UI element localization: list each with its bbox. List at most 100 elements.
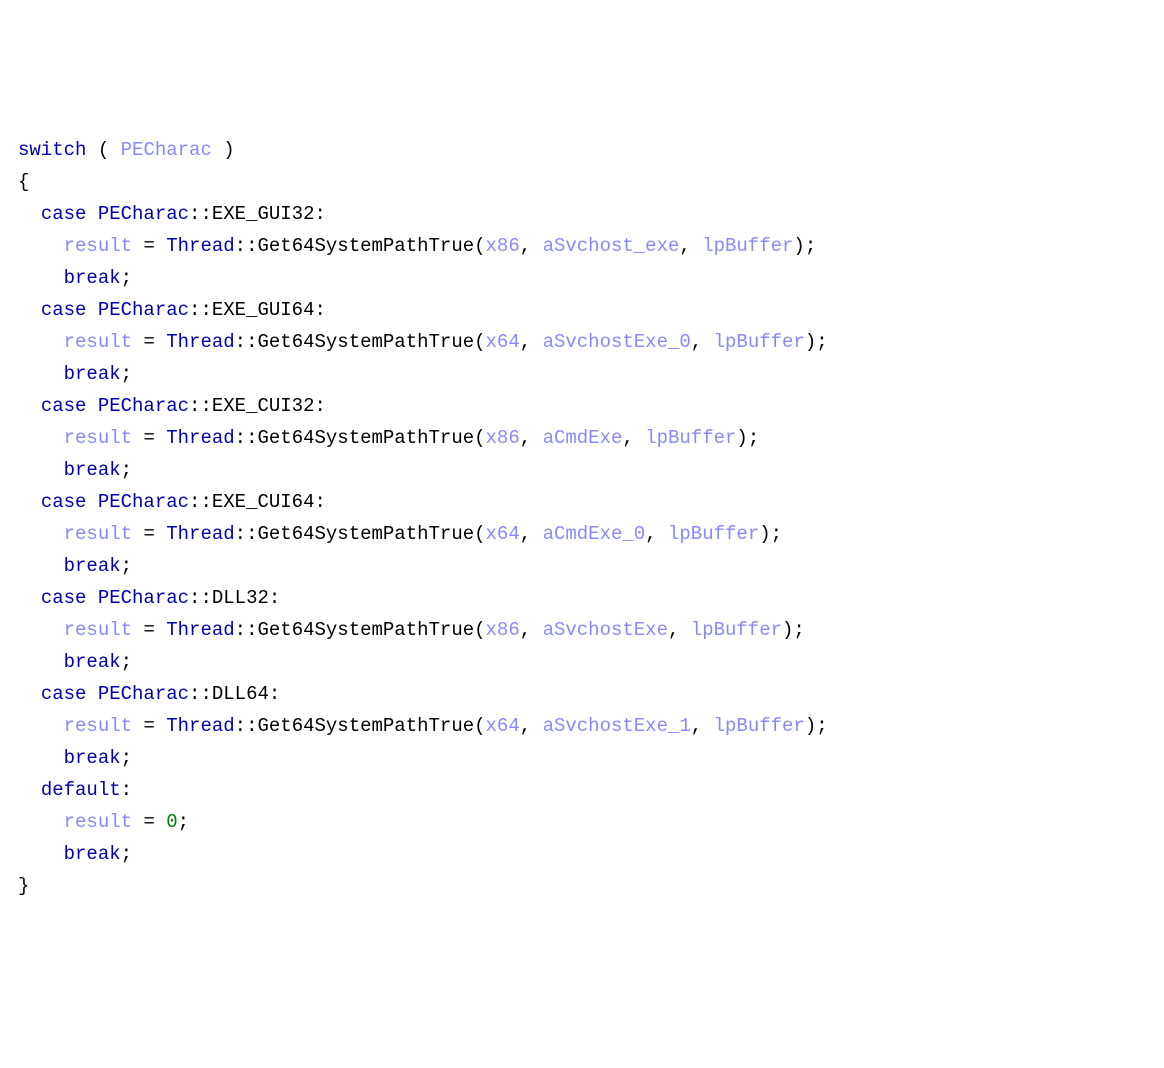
arg1: x86 — [486, 235, 520, 257]
result-var: result — [64, 427, 132, 449]
arg2: aCmdExe — [543, 427, 623, 449]
arg2: aSvchost_exe — [543, 235, 680, 257]
line: break; — [18, 651, 132, 673]
enum-value: EXE_GUI64 — [212, 299, 315, 321]
arg1: x86 — [486, 427, 520, 449]
keyword-case: case — [41, 683, 87, 705]
keyword-break: break — [64, 843, 121, 865]
code-block: switch ( PECharac ) { case PECharac::EXE… — [18, 134, 1146, 902]
arg2: aCmdExe_0 — [543, 523, 646, 545]
function-name: Get64SystemPathTrue — [257, 427, 474, 449]
equals: = — [143, 715, 154, 737]
line: break; — [18, 555, 132, 577]
function-name: Get64SystemPathTrue — [257, 715, 474, 737]
equals: = — [143, 811, 154, 833]
line: break; — [18, 363, 132, 385]
scope-op: :: — [189, 587, 212, 609]
keyword-case: case — [41, 299, 87, 321]
line: break; — [18, 459, 132, 481]
equals: = — [143, 331, 154, 353]
line: result = Thread::Get64SystemPathTrue(x86… — [18, 427, 759, 449]
line: case PECharac::EXE_GUI64: — [18, 299, 326, 321]
enum-scope: PECharac — [98, 395, 189, 417]
scope-op: :: — [189, 203, 212, 225]
class-scope: Thread — [166, 715, 234, 737]
equals: = — [143, 235, 154, 257]
enum-value: EXE_GUI32 — [212, 203, 315, 225]
function-name: Get64SystemPathTrue — [257, 619, 474, 641]
arg1: x64 — [486, 331, 520, 353]
scope-op: :: — [235, 331, 258, 353]
line: case PECharac::EXE_GUI32: — [18, 203, 326, 225]
result-var: result — [64, 619, 132, 641]
arg2: aSvchostExe — [543, 619, 668, 641]
scope-op: :: — [235, 619, 258, 641]
class-scope: Thread — [166, 523, 234, 545]
arg1: x64 — [486, 523, 520, 545]
equals: = — [143, 427, 154, 449]
enum-scope: PECharac — [98, 491, 189, 513]
line: } — [18, 875, 29, 897]
keyword-break: break — [64, 267, 121, 289]
arg3: lpBuffer — [714, 331, 805, 353]
function-name: Get64SystemPathTrue — [257, 235, 474, 257]
result-var: result — [64, 331, 132, 353]
line: break; — [18, 747, 132, 769]
line: result = Thread::Get64SystemPathTrue(x86… — [18, 235, 816, 257]
result-var: result — [64, 523, 132, 545]
enum-value: DLL32 — [212, 587, 269, 609]
arg3: lpBuffer — [645, 427, 736, 449]
line: result = 0; — [18, 811, 189, 833]
line: case PECharac::DLL32: — [18, 587, 280, 609]
keyword-break: break — [64, 363, 121, 385]
enum-scope: PECharac — [98, 683, 189, 705]
line: break; — [18, 267, 132, 289]
result-var: result — [64, 235, 132, 257]
result-var: result — [64, 715, 132, 737]
arg1: x64 — [486, 715, 520, 737]
keyword-break: break — [64, 459, 121, 481]
arg1: x86 — [486, 619, 520, 641]
class-scope: Thread — [166, 619, 234, 641]
keyword-case: case — [41, 203, 87, 225]
equals: = — [143, 619, 154, 641]
line: result = Thread::Get64SystemPathTrue(x64… — [18, 331, 828, 353]
switch-variable: PECharac — [121, 139, 212, 161]
arg2: aSvchostExe_0 — [543, 331, 691, 353]
scope-op: :: — [235, 235, 258, 257]
function-name: Get64SystemPathTrue — [257, 523, 474, 545]
class-scope: Thread — [166, 427, 234, 449]
enum-value: EXE_CUI64 — [212, 491, 315, 513]
enum-value: DLL64 — [212, 683, 269, 705]
keyword-case: case — [41, 491, 87, 513]
class-scope: Thread — [166, 235, 234, 257]
arg3: lpBuffer — [702, 235, 793, 257]
equals: = — [143, 523, 154, 545]
line: { — [18, 171, 29, 193]
line: case PECharac::EXE_CUI64: — [18, 491, 326, 513]
enum-value: EXE_CUI32 — [212, 395, 315, 417]
line: result = Thread::Get64SystemPathTrue(x64… — [18, 523, 782, 545]
class-scope: Thread — [166, 331, 234, 353]
keyword-break: break — [64, 555, 121, 577]
arg2: aSvchostExe_1 — [543, 715, 691, 737]
keyword-case: case — [41, 587, 87, 609]
line: break; — [18, 843, 132, 865]
line: result = Thread::Get64SystemPathTrue(x86… — [18, 619, 805, 641]
scope-op: :: — [189, 299, 212, 321]
enum-scope: PECharac — [98, 203, 189, 225]
enum-scope: PECharac — [98, 587, 189, 609]
line: case PECharac::EXE_CUI32: — [18, 395, 326, 417]
keyword-case: case — [41, 395, 87, 417]
arg3: lpBuffer — [668, 523, 759, 545]
scope-op: :: — [189, 683, 212, 705]
keyword-default: default — [41, 779, 121, 801]
line: case PECharac::DLL64: — [18, 683, 280, 705]
scope-op: :: — [235, 427, 258, 449]
keyword-break: break — [64, 651, 121, 673]
enum-scope: PECharac — [98, 299, 189, 321]
scope-op: :: — [235, 715, 258, 737]
line: switch ( PECharac ) — [18, 139, 235, 161]
line: default: — [18, 779, 132, 801]
arg3: lpBuffer — [691, 619, 782, 641]
